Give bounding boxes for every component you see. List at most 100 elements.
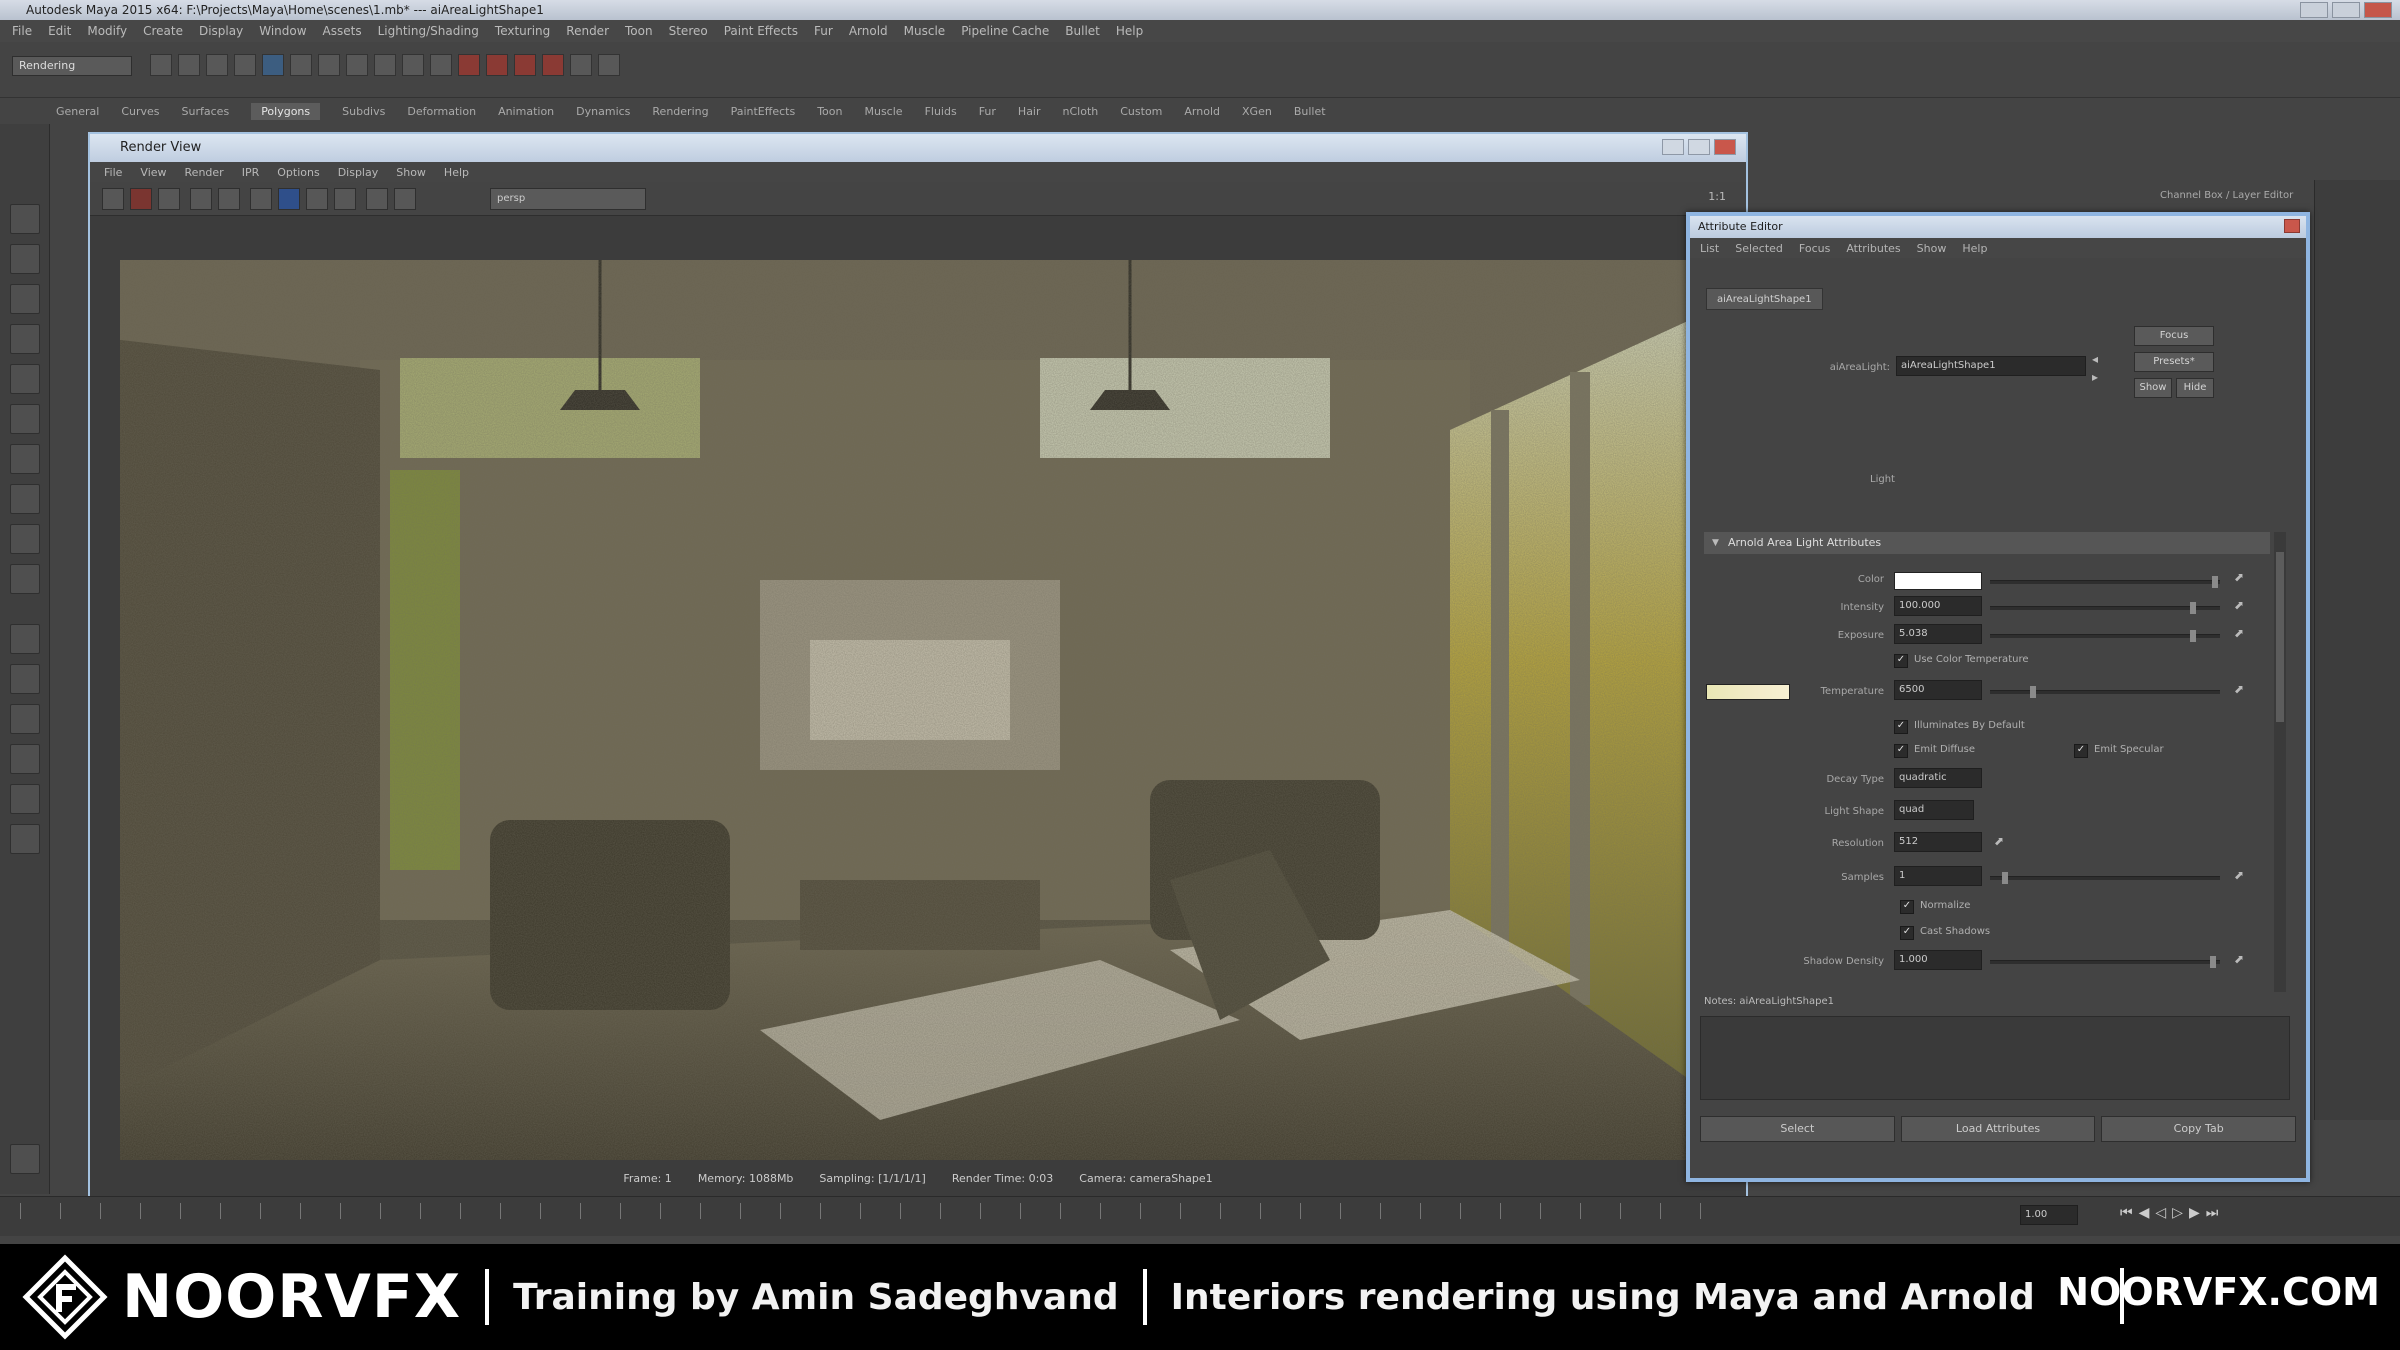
use-color-temperature-checkbox[interactable]: Use Color Temperature [1894, 654, 2029, 668]
color-channel-icon[interactable] [278, 188, 300, 210]
move-tool-icon[interactable] [10, 324, 40, 354]
rv-menu-item[interactable]: View [140, 166, 166, 179]
shelf-tab[interactable]: Animation [498, 105, 554, 118]
menu-item[interactable]: Texturing [495, 24, 550, 38]
select-component-icon[interactable] [290, 54, 312, 76]
shelf-tab[interactable]: General [56, 105, 99, 118]
shelf-tab[interactable]: Fluids [925, 105, 957, 118]
shelf-tab[interactable]: Rendering [652, 105, 708, 118]
shelf-tab[interactable]: Arnold [1184, 105, 1220, 118]
slider-knob[interactable] [2190, 630, 2196, 642]
render-image[interactable] [120, 260, 1690, 1160]
rotate-tool-icon[interactable] [10, 364, 40, 394]
menu-item[interactable]: Assets [323, 24, 362, 38]
close-button[interactable] [2364, 2, 2392, 18]
redo-render-icon[interactable] [102, 188, 124, 210]
current-frame-field[interactable]: 1.00 [2020, 1205, 2078, 1225]
map-button-icon[interactable]: ⬈ [2234, 626, 2248, 640]
show-manip-icon[interactable] [10, 524, 40, 554]
render-view-close[interactable] [1714, 139, 1736, 155]
rv-menu-item[interactable]: Render [185, 166, 224, 179]
select-node-icon[interactable]: ◂ [2092, 352, 2106, 366]
persp-graph-layout-icon[interactable] [10, 744, 40, 774]
menu-item[interactable]: File [12, 24, 32, 38]
shelf-tab[interactable]: Deformation [407, 105, 476, 118]
show-button[interactable]: Show [2134, 378, 2172, 398]
single-pane-layout-icon[interactable] [10, 624, 40, 654]
light-shape-dropdown[interactable]: quad [1894, 800, 1974, 820]
timeline-ticks[interactable] [20, 1203, 1740, 1219]
menu-item[interactable]: Help [1116, 24, 1143, 38]
shelf-tab[interactable]: PaintEffects [731, 105, 796, 118]
slider-knob[interactable] [2002, 872, 2008, 884]
select-hierarchy-icon[interactable] [234, 54, 256, 76]
ipr-icon[interactable] [190, 188, 212, 210]
attribute-scrollbar[interactable] [2274, 532, 2286, 992]
menu-item[interactable]: Arnold [849, 24, 888, 38]
exposure-field[interactable]: 5.038 [1894, 624, 1982, 644]
real-size-icon[interactable] [334, 188, 356, 210]
scale-tool-icon[interactable] [10, 404, 40, 434]
copy-tab-button[interactable]: Copy Tab [2101, 1116, 2297, 1142]
map-button-icon[interactable]: ⬈ [1994, 834, 2008, 848]
go-to-end-icon[interactable]: ⏭ [2206, 1205, 2219, 1221]
ae-menu-item[interactable]: Attributes [1846, 242, 1900, 255]
alpha-channel-icon[interactable] [306, 188, 328, 210]
menu-item[interactable]: Modify [87, 24, 127, 38]
select-tool-icon[interactable] [10, 204, 40, 234]
menu-item[interactable]: Muscle [904, 24, 946, 38]
hide-button[interactable]: Hide [2176, 378, 2214, 398]
map-button-icon[interactable]: ⬈ [2234, 952, 2248, 966]
ipr-render-icon[interactable] [486, 54, 508, 76]
cast-shadows-checkbox[interactable]: Cast Shadows [1900, 926, 1990, 940]
new-scene-icon[interactable] [150, 54, 172, 76]
script-editor-icon[interactable] [10, 1144, 40, 1174]
snap-surface-icon[interactable] [402, 54, 424, 76]
four-pane-layout-icon[interactable] [10, 664, 40, 694]
rv-menu-item[interactable]: IPR [242, 166, 260, 179]
render-settings-icon[interactable] [514, 54, 536, 76]
node-tab[interactable]: aiAreaLightShape1 [1706, 288, 1823, 310]
presets-button[interactable]: Presets* [2134, 352, 2214, 372]
color-slider[interactable] [1990, 576, 2220, 588]
node-name-field[interactable]: aiAreaLightShape1 [1896, 356, 2086, 376]
outliner-layout-icon[interactable] [10, 784, 40, 814]
menu-item[interactable]: Stereo [669, 24, 708, 38]
snap-curve-icon[interactable] [346, 54, 368, 76]
snap-point-icon[interactable] [374, 54, 396, 76]
hypershade-layout-icon[interactable] [10, 824, 40, 854]
go-to-output-icon[interactable]: ▸ [2092, 370, 2106, 384]
shelf-tab[interactable]: Curves [121, 105, 159, 118]
menu-item[interactable]: Pipeline Cache [961, 24, 1049, 38]
ae-menu-item[interactable]: Show [1917, 242, 1947, 255]
manipulator-icon[interactable] [10, 444, 40, 474]
step-back-icon[interactable]: ◀︎ [2139, 1205, 2150, 1221]
map-button-icon[interactable]: ⬈ [2234, 682, 2248, 696]
slider-knob[interactable] [2210, 956, 2216, 968]
slider-knob[interactable] [2030, 686, 2036, 698]
shelf-tab[interactable]: nCloth [1063, 105, 1099, 118]
snapshot-icon[interactable] [158, 188, 180, 210]
shelf-tab[interactable]: Custom [1120, 105, 1162, 118]
emit-specular-checkbox[interactable]: Emit Specular [2074, 744, 2164, 758]
shelf-tab[interactable]: Hair [1018, 105, 1041, 118]
channel-box-label[interactable]: Channel Box / Layer Editor [2160, 190, 2293, 201]
shadow-density-field[interactable]: 1.000 [1894, 950, 1982, 970]
rv-menu-item[interactable]: File [104, 166, 122, 179]
shelf-tab[interactable]: Bullet [1294, 105, 1326, 118]
menu-item[interactable]: Render [566, 24, 609, 38]
ae-menu-item[interactable]: List [1700, 242, 1719, 255]
shelf-tab[interactable]: Dynamics [576, 105, 630, 118]
map-button-icon[interactable]: ⬈ [2234, 570, 2248, 584]
load-attributes-button[interactable]: Load Attributes [1900, 1116, 2096, 1142]
menu-item[interactable]: Create [143, 24, 183, 38]
snap-grid-icon[interactable] [318, 54, 340, 76]
rv-menu-item[interactable]: Help [444, 166, 469, 179]
menu-set-dropdown[interactable]: Rendering [12, 56, 132, 76]
menu-item[interactable]: Toon [625, 24, 653, 38]
color-swatch[interactable] [1894, 572, 1982, 590]
open-scene-icon[interactable] [178, 54, 200, 76]
lasso-tool-icon[interactable] [10, 244, 40, 274]
play-backward-icon[interactable]: ◁ [2155, 1205, 2166, 1221]
step-forward-icon[interactable]: ▶︎ [2189, 1205, 2200, 1221]
